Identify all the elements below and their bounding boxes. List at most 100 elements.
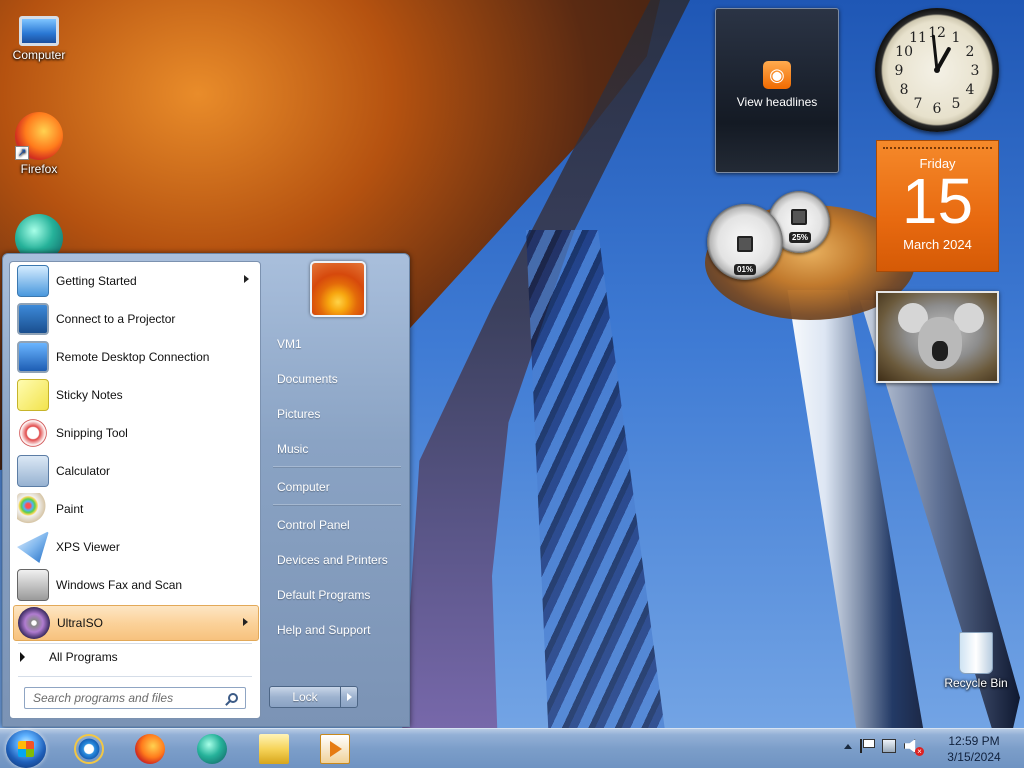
taskbar: × 12:59 PM 3/15/2024 <box>0 728 1024 768</box>
rss-icon: ◉ <box>763 61 791 89</box>
program-item[interactable]: Windows Fax and Scan <box>13 567 259 603</box>
clock-numeral: 2 <box>965 44 974 60</box>
taskbar-windows-explorer[interactable] <box>247 732 301 768</box>
program-item[interactable]: UltraISO <box>13 605 259 641</box>
system-clock[interactable]: 12:59 PM 3/15/2024 <box>940 733 1008 765</box>
program-label: UltraISO <box>57 616 104 630</box>
desktop-icon-label: Firefox <box>20 162 58 176</box>
calendar-gadget[interactable]: Friday 15 March 2024 <box>876 140 999 272</box>
calendar-day: 15 <box>901 165 974 237</box>
cpu-chip-icon <box>737 236 753 252</box>
calendar-month-year: March 2024 <box>903 237 972 252</box>
taskbar-firefox[interactable] <box>123 732 177 768</box>
search-input[interactable] <box>24 687 246 709</box>
start-link[interactable]: Help and Support <box>273 615 403 645</box>
expand-arrow-icon <box>20 652 25 662</box>
slideshow-gadget[interactable] <box>876 291 999 383</box>
program-label: Paint <box>56 502 84 516</box>
search-icon[interactable] <box>228 693 238 703</box>
divider <box>18 643 252 644</box>
firefox-icon <box>135 734 165 764</box>
clock-face: 12 12 3 45678 9 1011 <box>895 25 980 117</box>
desktop-icon-label: Recycle Bin <box>944 676 1008 690</box>
start-link[interactable]: Documents <box>273 364 403 394</box>
volume-muted-icon[interactable]: × <box>904 739 924 756</box>
action-center-flag-icon[interactable] <box>860 739 875 753</box>
program-item[interactable]: Sticky Notes <box>13 377 259 413</box>
start-link[interactable]: VM1 <box>273 329 403 359</box>
desktop-icon-label: Computer <box>12 48 66 62</box>
clock-numeral: 11 <box>909 30 927 46</box>
program-item[interactable]: Getting Started <box>13 263 259 299</box>
cpu-readout: 01% <box>734 264 757 275</box>
program-item[interactable]: Connect to a Projector <box>13 301 259 337</box>
getting-started-icon <box>17 265 49 297</box>
clock-numeral: 3 <box>971 63 980 79</box>
program-label: Connect to a Projector <box>56 312 176 326</box>
start-link[interactable]: Devices and Printers <box>273 545 403 575</box>
power-options-arrow-icon[interactable] <box>340 686 358 708</box>
program-label: Remote Desktop Connection <box>56 350 210 364</box>
shortcut-arrow-icon: ↗ <box>15 146 29 160</box>
show-hidden-icons-icon[interactable] <box>844 743 852 749</box>
program-label: Snipping Tool <box>56 426 128 440</box>
all-programs-label: All Programs <box>49 650 118 664</box>
memory-readout: 25% <box>789 232 812 243</box>
program-label: Sticky Notes <box>56 388 123 402</box>
windows-logo-icon <box>18 741 34 757</box>
start-button[interactable] <box>6 730 46 768</box>
start-menu: Getting Started Connect to a Projector Rem… <box>2 253 410 727</box>
program-item[interactable]: Remote Desktop Connection <box>13 339 259 375</box>
koala-nose <box>932 341 948 361</box>
start-link[interactable]: Control Panel <box>273 510 403 540</box>
desktop-icon-computer[interactable]: Computer <box>3 10 75 62</box>
projector-icon <box>17 303 49 335</box>
clock-time: 12:59 PM <box>948 734 1000 748</box>
clock-numeral: 12 <box>928 25 946 41</box>
divider <box>273 466 401 467</box>
taskbar-app[interactable] <box>185 732 239 768</box>
feed-headlines-gadget[interactable]: ◉ View headlines <box>715 8 839 173</box>
program-item[interactable]: Calculator <box>13 453 259 489</box>
cpu-meter-gadget[interactable]: 01% <box>707 204 783 280</box>
all-programs-button[interactable]: All Programs <box>20 650 118 664</box>
lock-button[interactable]: Lock <box>269 686 341 708</box>
program-item[interactable]: Paint <box>13 491 259 527</box>
media-player-icon <box>320 734 350 764</box>
clock-gadget[interactable]: 12 1 2 3 4 5 6 7 8 9 10 11 <box>875 8 999 132</box>
computer-icon <box>19 16 59 46</box>
calendar-binding <box>883 141 992 149</box>
snipping-tool-icon <box>17 417 49 449</box>
taskbar-internet-explorer[interactable] <box>62 732 116 768</box>
submenu-arrow-icon <box>244 275 249 283</box>
network-icon[interactable] <box>882 739 896 753</box>
program-item[interactable]: XPS Viewer <box>13 529 259 565</box>
desktop-icon-firefox[interactable]: ↗ Firefox <box>3 112 75 176</box>
internet-explorer-icon <box>74 734 104 764</box>
clock-numeral: 8 <box>900 82 909 98</box>
clock-minute-hand <box>931 34 939 72</box>
divider <box>273 504 401 505</box>
clock-numeral: 1 <box>952 30 961 46</box>
start-link[interactable]: Default Programs <box>273 580 403 610</box>
start-link[interactable]: Music <box>273 434 403 464</box>
clock-numeral: 9 <box>895 63 904 79</box>
memory-chip-icon <box>791 209 807 225</box>
clock-numeral: 5 <box>952 96 961 112</box>
remote-desktop-icon <box>17 341 49 373</box>
start-link[interactable]: Pictures <box>273 399 403 429</box>
clock-numeral: 4 <box>965 82 974 98</box>
recycle-bin-icon <box>959 632 993 674</box>
desktop-icon-recycle-bin[interactable]: Recycle Bin <box>940 632 1012 690</box>
clock-numeral: 10 <box>895 44 913 60</box>
taskbar-media-player[interactable] <box>308 732 362 768</box>
start-link[interactable]: Computer <box>273 472 403 502</box>
program-item[interactable]: Snipping Tool <box>13 415 259 451</box>
program-label: Calculator <box>56 464 111 478</box>
notification-area: × <box>844 739 924 756</box>
submenu-arrow-icon <box>243 618 248 626</box>
user-account-picture[interactable] <box>310 261 366 317</box>
sticky-notes-icon <box>17 379 49 411</box>
program-label: Windows Fax and Scan <box>56 578 183 592</box>
divider <box>18 676 252 677</box>
